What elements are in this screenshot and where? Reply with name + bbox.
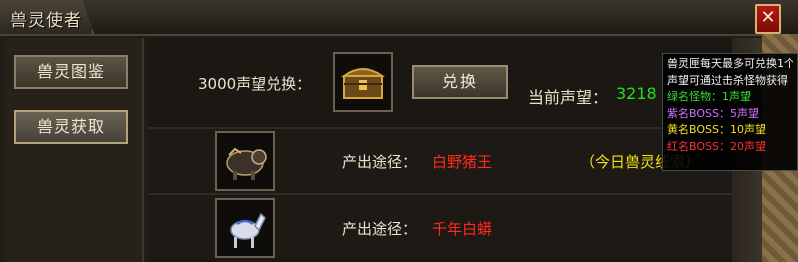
chest-icon [341, 68, 385, 99]
exchange-button[interactable]: 兑换 [412, 65, 508, 99]
source-value: 千年白蟒 [432, 220, 493, 238]
source-label: 产出途径： [342, 220, 418, 238]
tooltip-line: 黄名BOSS：10声望 [667, 123, 766, 136]
tooltip-line: 兽灵匣每天最多可兑换1个 [667, 57, 793, 70]
horse-slot[interactable] [215, 198, 275, 258]
tooltip-line: 绿名怪物：1声望 [667, 90, 751, 103]
boar-icon [226, 147, 267, 180]
tooltip-line: 声望可通过击杀怪物获得 [667, 73, 788, 87]
title-bar: 兽灵使者 ✕ [0, 0, 798, 36]
horse-icon [230, 212, 266, 248]
sidebar-item-beast-gallery[interactable]: 兽灵图鉴 [14, 55, 128, 89]
current-reputation-value: 3218 [616, 84, 657, 103]
source-value: 白野猪王 [432, 153, 493, 171]
boar-slot[interactable] [215, 131, 275, 191]
tooltip-line: 红名BOSS：20声望 [667, 139, 766, 153]
chest-slot[interactable] [333, 52, 393, 112]
source-label: 产出途径： [342, 153, 418, 171]
window: 兽灵使者 ✕ 兽灵图鉴 兽灵获取 3000声望兑换： 兑换 当前声望： 3218 [0, 0, 798, 262]
close-button[interactable]: ✕ [755, 4, 781, 34]
sidebar-item-beast-acquire[interactable]: 兽灵获取 [14, 110, 128, 144]
close-icon: ✕ [760, 7, 776, 28]
exchange-cost-label: 3000声望兑换： [198, 75, 312, 93]
sidebar-item-label: 兽灵获取 [36, 117, 105, 136]
sidebar-item-label: 兽灵图鉴 [36, 62, 105, 81]
window-title: 兽灵使者 [10, 11, 82, 31]
exchange-button-label: 兑换 [441, 72, 478, 91]
tooltip-line: 紫名BOSS：5声望 [667, 106, 759, 120]
reputation-tooltip: 兽灵匣每天最多可兑换1个 声望可通过击杀怪物获得 绿名怪物：1声望 紫名BOSS… [662, 53, 798, 171]
current-reputation-label: 当前声望： [528, 88, 609, 107]
